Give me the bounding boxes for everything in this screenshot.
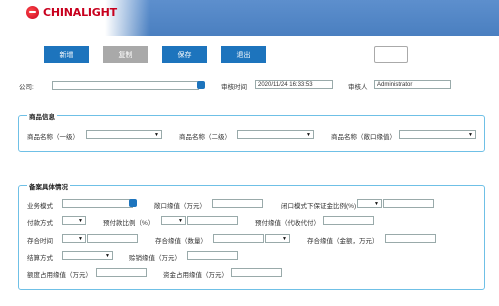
product-limit-label: 商品名称（敞口缘值） — [331, 134, 396, 141]
storage-qty-select[interactable]: ▼ — [265, 234, 290, 243]
advance-limit-field[interactable] — [323, 216, 374, 225]
storage-amount-label: 存合缘值（金额，万元） — [307, 238, 379, 245]
filing-title: 备案具体情况 — [27, 181, 70, 191]
storage-time-select[interactable]: ▼ — [62, 234, 86, 243]
storage-qty-field[interactable] — [213, 234, 264, 243]
chevron-down-icon: ▼ — [78, 218, 83, 224]
storage-amount-field[interactable] — [385, 234, 436, 243]
product-info-title: 商品信息 — [27, 111, 57, 121]
closed-deposit-label: 闭口模式下保证金比例(%) — [281, 203, 357, 210]
product-level1-label: 商品名称（一级） — [27, 134, 79, 141]
reviewer-field[interactable]: Administrator — [374, 80, 451, 89]
sales-limit-field[interactable] — [187, 251, 238, 260]
copy-button[interactable]: 复制 — [103, 46, 148, 63]
brand-logo: CHINALIGHT — [26, 6, 117, 19]
chevron-down-icon: ▼ — [468, 132, 473, 138]
company-label: 公司: — [19, 84, 34, 91]
blank-box[interactable] — [374, 46, 408, 63]
capital-quota-field[interactable] — [231, 268, 282, 277]
company-field[interactable] — [52, 81, 199, 90]
chevron-down-icon: ▼ — [78, 236, 83, 242]
payment-method-select[interactable]: ▼ — [62, 216, 86, 225]
chevron-down-icon: ▼ — [306, 132, 311, 138]
exposure-limit-label: 敞口缘值（万元） — [154, 203, 206, 210]
sales-limit-label: 赊销缘值（万元） — [129, 255, 181, 262]
advance-ratio-label: 预付款比例（%） — [103, 220, 155, 227]
closed-deposit-field[interactable] — [383, 199, 434, 208]
chevron-down-icon: ▼ — [178, 218, 183, 224]
business-mode-label: 业务模式 — [27, 203, 53, 210]
storage-qty-label: 存合缘值（数量） — [155, 238, 207, 245]
advance-ratio-field[interactable] — [187, 216, 238, 225]
settlement-select[interactable]: ▼ — [62, 251, 113, 260]
company-picker-icon[interactable] — [197, 81, 205, 89]
product-level1-select[interactable]: ▼ — [86, 130, 162, 139]
save-button[interactable]: 保存 — [162, 46, 207, 63]
product-level2-select[interactable]: ▼ — [237, 130, 314, 139]
capital-quota-label: 资金占用缘值（万元） — [163, 272, 228, 279]
exposure-limit-field[interactable] — [212, 199, 263, 208]
exit-button[interactable]: 退出 — [221, 46, 266, 63]
chevron-down-icon: ▼ — [374, 201, 379, 207]
reviewer-label: 审核人 — [348, 84, 368, 91]
credit-quota-label: 额度占用缘值（万元） — [27, 272, 92, 279]
chevron-down-icon: ▼ — [282, 236, 287, 242]
review-time-field[interactable]: 2020/11/24 16:33:53 — [255, 80, 333, 89]
advance-limit-label: 预付缘值（代收代付） — [255, 220, 320, 227]
chevron-down-icon: ▼ — [105, 253, 110, 259]
settlement-label: 结算方式 — [27, 255, 53, 262]
chevron-down-icon: ▼ — [154, 132, 159, 138]
storage-time-label: 存合时间 — [27, 238, 53, 245]
credit-quota-field[interactable] — [96, 268, 147, 277]
review-time-label: 审核时间 — [221, 84, 247, 91]
logo-text: CHINALIGHT — [43, 6, 117, 19]
business-mode-picker-icon[interactable] — [129, 199, 137, 207]
product-level2-label: 商品名称（二级） — [179, 134, 231, 141]
chinalight-logo-icon — [26, 6, 39, 19]
closed-deposit-select[interactable]: ▼ — [357, 199, 382, 208]
business-mode-field[interactable] — [62, 199, 133, 208]
product-limit-select[interactable]: ▼ — [399, 130, 476, 139]
advance-ratio-select[interactable]: ▼ — [161, 216, 186, 225]
add-button[interactable]: 新增 — [44, 46, 89, 63]
payment-method-label: 付款方式 — [27, 220, 53, 227]
storage-time-field[interactable] — [87, 234, 138, 243]
